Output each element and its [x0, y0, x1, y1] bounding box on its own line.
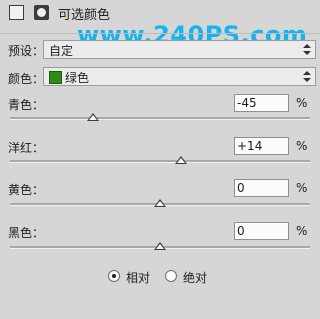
- preset-value: 自定: [49, 44, 74, 58]
- black-value-field[interactable]: 0: [234, 222, 289, 240]
- radio-absolute-label: 绝对: [183, 271, 208, 285]
- percent-unit: %: [296, 139, 308, 153]
- colors-value: 绿色: [65, 71, 90, 85]
- slider-track-magenta[interactable]: [10, 156, 310, 164]
- slider-label-magenta: 洋红：: [8, 141, 45, 155]
- slider-track-black[interactable]: [10, 242, 310, 250]
- slider-track-cyan[interactable]: [10, 113, 310, 121]
- radio-relative[interactable]: [108, 270, 120, 282]
- adjustment-layer-icon[interactable]: [9, 5, 24, 20]
- radio-relative-label: 相对: [126, 271, 151, 285]
- yellow-value-field[interactable]: 0: [234, 179, 289, 197]
- percent-unit: %: [296, 181, 308, 195]
- header-divider: [0, 33, 320, 34]
- color-swatch-icon: [49, 71, 62, 84]
- preset-select[interactable]: 自定: [43, 40, 316, 59]
- slider-label-black: 黑色：: [8, 226, 45, 240]
- slider-thumb-black[interactable]: [154, 242, 166, 250]
- slider-thumb-cyan[interactable]: [86, 113, 99, 121]
- slider-label-cyan: 青色：: [8, 98, 45, 112]
- magenta-value-field[interactable]: +14: [234, 137, 289, 155]
- percent-unit: %: [296, 224, 308, 238]
- slider-thumb-yellow[interactable]: [154, 199, 166, 207]
- colors-label: 颜色：: [8, 72, 45, 86]
- slider-track-yellow[interactable]: [10, 199, 310, 207]
- slider-label-yellow: 黄色：: [8, 183, 45, 197]
- radio-absolute[interactable]: [165, 270, 177, 282]
- percent-unit: %: [296, 96, 308, 110]
- slider-thumb-magenta[interactable]: [175, 156, 187, 164]
- select-arrows-icon: [303, 69, 311, 84]
- colors-select[interactable]: 绿色: [43, 67, 316, 86]
- select-arrows-icon: [303, 42, 311, 57]
- layer-mask-icon[interactable]: [34, 5, 49, 20]
- preset-label: 预设：: [8, 44, 45, 58]
- cyan-value-field[interactable]: -45: [234, 94, 289, 112]
